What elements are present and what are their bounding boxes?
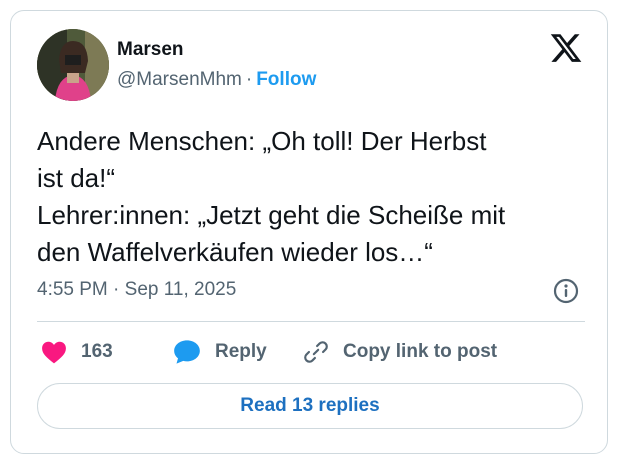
like-button[interactable]: 163: [41, 336, 113, 368]
tweet-line: den Waffelverkäufen wieder los…“: [37, 237, 433, 267]
author-handle[interactable]: @MarsenMhm: [117, 69, 242, 90]
link-icon: [304, 341, 328, 363]
read-replies-button[interactable]: Read 13 replies: [37, 383, 583, 429]
tweet-line: Andere Menschen: „Oh toll! Der Herbst: [37, 126, 487, 156]
tweet-line: Lehrer:innen: „Jetzt geht die Scheiße mi…: [37, 200, 506, 230]
tweet-text: Andere Menschen: „Oh toll! Der Herbst is…: [37, 123, 587, 271]
separator-dot: ·: [245, 69, 253, 90]
tweet-line: ist da!“: [37, 163, 116, 193]
avatar-photo: [37, 29, 109, 101]
speech-bubble-icon: [174, 340, 200, 364]
follow-button[interactable]: Follow: [256, 69, 316, 90]
info-icon[interactable]: [553, 278, 579, 304]
copy-link-label: Copy link to post: [343, 341, 498, 362]
action-bar: 163 Reply Copy link to post: [37, 336, 585, 368]
author-name[interactable]: Marsen: [117, 39, 184, 61]
heart-icon: [42, 341, 66, 364]
tweet-card: Marsen @MarsenMhm · Follow Andere Menschen…: [10, 10, 608, 454]
author-handle-row: @MarsenMhm · Follow: [117, 69, 316, 91]
avatar[interactable]: [37, 29, 109, 101]
copy-link-button[interactable]: Copy link to post: [303, 336, 497, 368]
divider: [37, 321, 585, 322]
reply-button[interactable]: Reply: [173, 336, 267, 368]
tweet-timestamp[interactable]: 4:55 PM · Sep 11, 2025: [37, 279, 236, 301]
like-count: 163: [81, 341, 113, 362]
reply-label: Reply: [215, 341, 267, 362]
x-logo-icon[interactable]: [549, 31, 583, 65]
